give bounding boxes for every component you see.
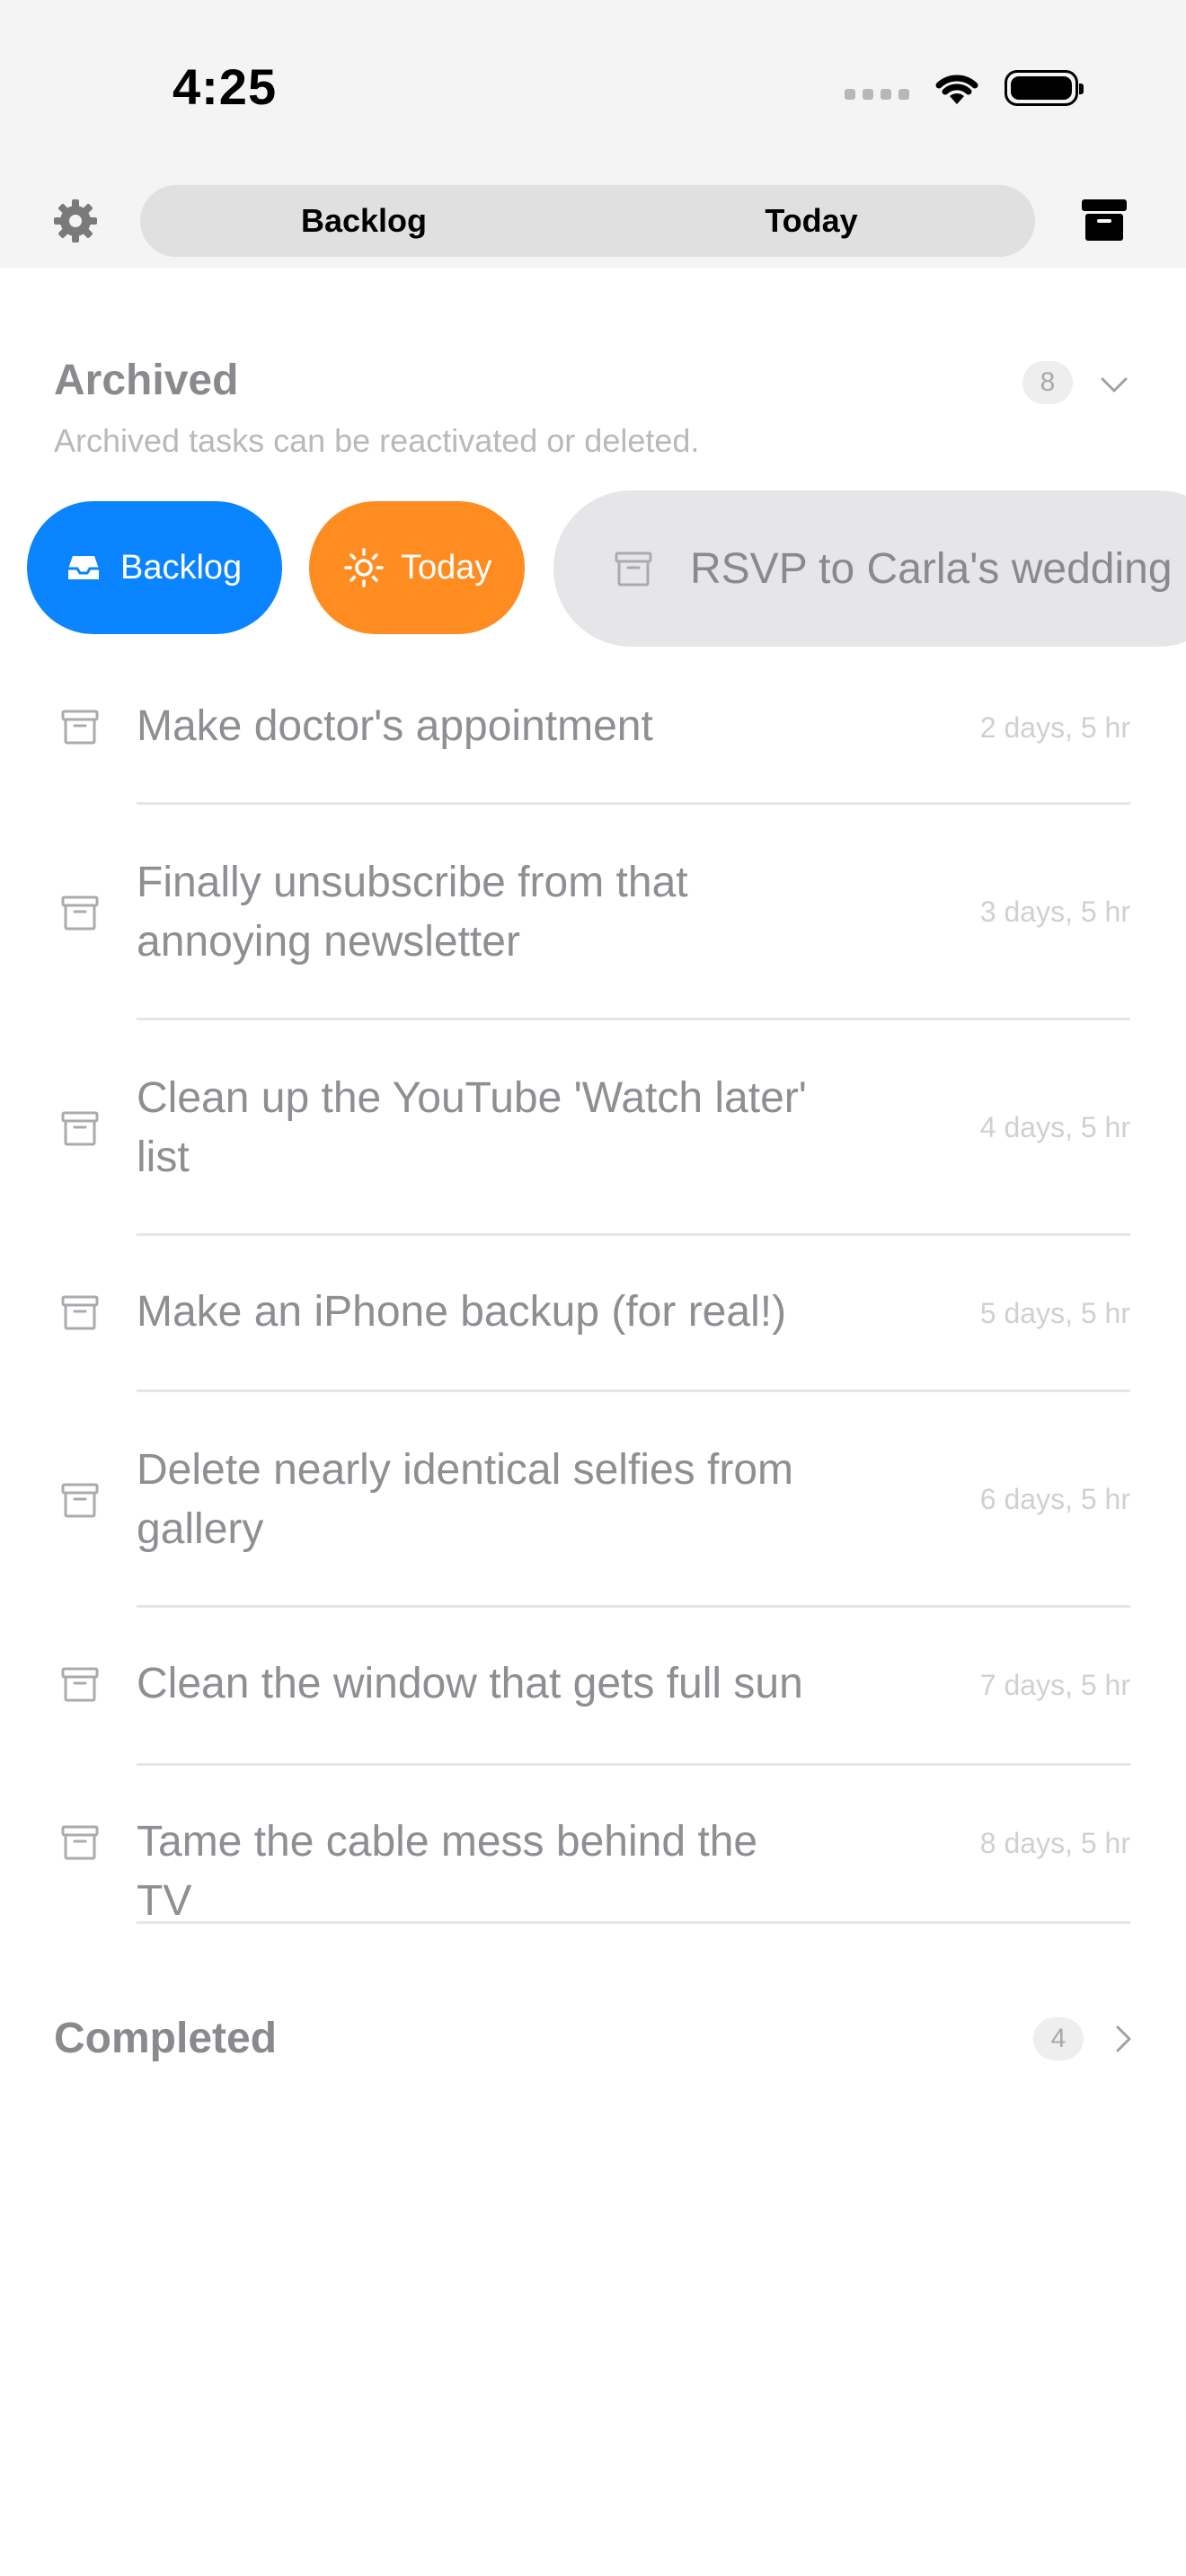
swiped-task-row[interactable]: RSVP to Carla's wedding — [553, 490, 1186, 647]
archive-box-outline-icon — [61, 1111, 99, 1146]
task-row[interactable]: Tame the cable mess behind the TV 8 days… — [0, 1766, 1186, 1925]
archive-box-outline-icon — [61, 1483, 99, 1518]
task-age: 7 days, 5 hr — [979, 1669, 1130, 1701]
task-title: Make doctor's appointment — [137, 702, 653, 750]
completed-count-badge: 4 — [1033, 2017, 1084, 2060]
status-icons — [845, 65, 1084, 111]
move-to-today-button[interactable]: Today — [309, 501, 525, 634]
task-row[interactable]: Clean the window that gets full sun 7 da… — [0, 1608, 1186, 1766]
task-age: 6 days, 5 hr — [979, 1483, 1130, 1515]
battery-icon — [1005, 70, 1084, 106]
completed-header[interactable]: Completed — [54, 2014, 1132, 2063]
archived-subtitle: Archived tasks can be reactivated or del… — [54, 422, 700, 459]
task-row[interactable]: Finally unsubscribe from that annoying n… — [0, 805, 1186, 1020]
sun-icon — [344, 548, 384, 587]
today-action-label: Today — [401, 548, 492, 587]
chevron-right-icon[interactable] — [1107, 2023, 1139, 2055]
task-age: 8 days, 5 hr — [979, 1827, 1130, 1859]
archive-box-outline-icon — [61, 895, 99, 931]
settings-gear-icon[interactable] — [50, 196, 101, 246]
task-age: 2 days, 5 hr — [979, 711, 1130, 744]
archived-header[interactable]: Archived — [54, 356, 1132, 405]
archive-box-outline-icon — [61, 1667, 99, 1702]
signal-icon — [845, 89, 909, 100]
wifi-icon — [935, 75, 978, 104]
archived-count-badge: 8 — [1022, 361, 1073, 404]
task-age: 5 days, 5 hr — [979, 1297, 1130, 1329]
task-title: Make an iPhone backup (for real!) — [137, 1288, 787, 1336]
archive-box-icon[interactable] — [1080, 198, 1128, 243]
task-age: 3 days, 5 hr — [979, 895, 1130, 928]
inbox-tray-icon — [68, 556, 99, 579]
chevron-down-icon[interactable] — [1098, 368, 1130, 401]
task-title: Tame the cable mess behind the TV — [137, 1818, 758, 1925]
task-title: Delete nearly identical selfies from gal… — [137, 1446, 793, 1553]
task-row[interactable]: Clean up the YouTube 'Watch later' list … — [0, 1020, 1186, 1236]
archived-title: Archived — [54, 357, 239, 404]
archive-box-outline-icon — [61, 710, 99, 745]
task-row[interactable]: Delete nearly identical selfies from gal… — [0, 1392, 1186, 1608]
task-title: Clean the window that gets full sun — [137, 1660, 803, 1707]
tab-backlog[interactable]: Backlog — [140, 185, 588, 257]
task-title: Clean up the YouTube 'Watch later' list — [137, 1074, 807, 1181]
archive-box-outline-icon — [615, 551, 652, 587]
completed-title: Completed — [54, 2015, 278, 2062]
move-to-backlog-button[interactable]: Backlog — [27, 501, 282, 634]
row-divider — [137, 1921, 1130, 1924]
view-switcher: Backlog Today — [140, 185, 1035, 257]
top-bar: 4:25 Backlog Today — [0, 0, 1186, 268]
archive-box-outline-icon — [61, 1295, 99, 1330]
status-time: 4:25 — [173, 58, 278, 115]
swiped-task-title: RSVP to Carla's wedding — [690, 544, 1173, 593]
archive-box-outline-icon — [61, 1825, 99, 1860]
task-row[interactable]: Make an iPhone backup (for real!) 5 days… — [0, 1236, 1186, 1392]
task-row[interactable]: Make doctor's appointment 2 days, 5 hr — [0, 656, 1186, 805]
task-age: 4 days, 5 hr — [979, 1111, 1130, 1143]
backlog-action-label: Backlog — [120, 548, 243, 587]
task-title: Finally unsubscribe from that annoying n… — [137, 859, 688, 966]
tab-today[interactable]: Today — [588, 185, 1035, 257]
